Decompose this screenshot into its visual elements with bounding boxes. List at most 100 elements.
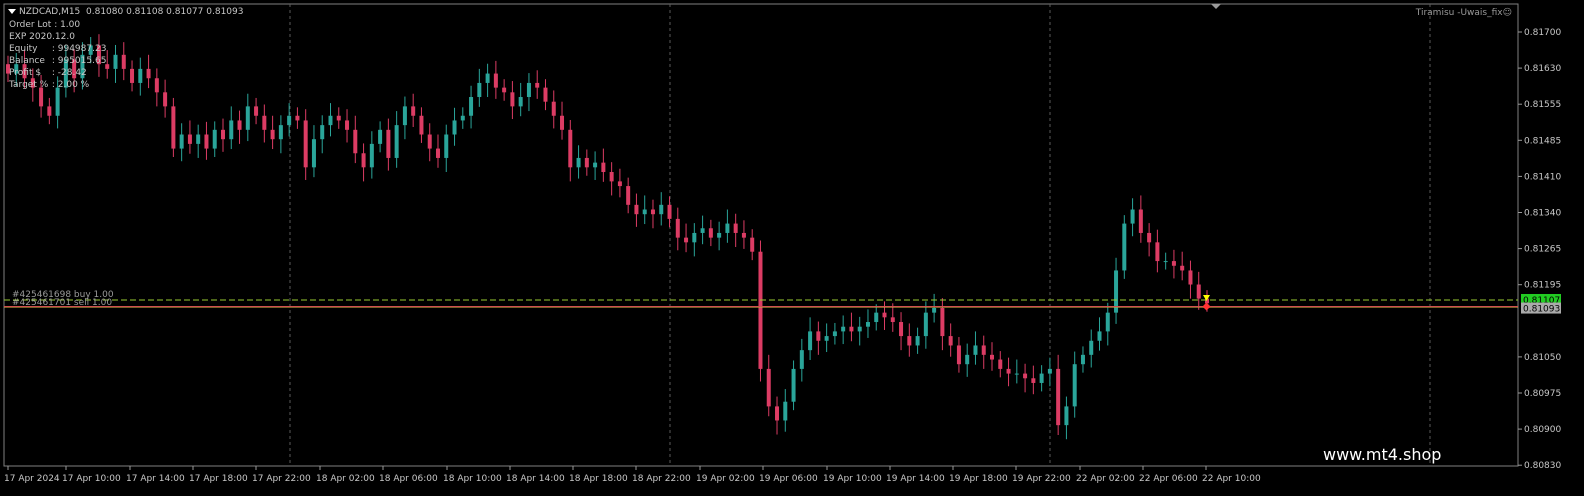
candle-body (915, 336, 920, 346)
candle (1064, 396, 1069, 440)
candle-body (1097, 331, 1102, 341)
candle (146, 54, 151, 89)
candle-body (1014, 373, 1019, 375)
candle-body (1006, 368, 1011, 374)
candle (874, 304, 879, 331)
candle (733, 213, 738, 248)
candle-body (609, 172, 614, 182)
candle-body (270, 129, 275, 140)
candle-body (824, 336, 829, 341)
y-tick-label: 0.81195 (1524, 281, 1561, 291)
candle-body (171, 106, 176, 149)
candle-body (435, 148, 440, 158)
candle-body (1089, 340, 1094, 355)
candle-body (601, 162, 606, 173)
candle-body (1138, 209, 1143, 233)
candle (956, 337, 961, 373)
triangle-down-icon[interactable] (8, 9, 16, 14)
candle (278, 115, 283, 154)
candle-body (973, 345, 978, 355)
candle-body (345, 120, 350, 130)
candle (915, 327, 920, 354)
symbol-timeframe: NZDCAD,M15 (19, 7, 81, 17)
candle-body (584, 157, 589, 168)
candle (1130, 198, 1135, 237)
candle (725, 209, 730, 243)
plot-border (3, 3, 1519, 467)
candle-body (1039, 373, 1044, 383)
candle (270, 115, 275, 150)
candle (1072, 351, 1077, 418)
candle (1039, 365, 1044, 392)
x-tick-label: 19 Apr 10:00 (823, 474, 882, 484)
candle (452, 107, 457, 146)
candle-body (593, 162, 598, 168)
candle-body (179, 134, 184, 149)
candle (832, 322, 837, 345)
candle-body (130, 68, 135, 83)
candle (320, 115, 325, 154)
info-label: Equity (9, 44, 38, 54)
candle (973, 331, 978, 365)
candle (626, 177, 631, 214)
y-tick-label: 0.81410 (1524, 172, 1561, 182)
candle (907, 323, 912, 357)
candle (229, 106, 234, 150)
candle (799, 338, 804, 382)
candle-body (113, 54, 118, 69)
candle-body (1122, 223, 1127, 271)
candle (1089, 329, 1094, 368)
candlestick-series (6, 34, 1209, 440)
candle-body (196, 134, 201, 144)
candle (510, 81, 515, 120)
candle (336, 107, 341, 129)
candle-body (725, 223, 730, 233)
x-tick-label: 19 Apr 22:00 (1012, 474, 1071, 484)
info-value: : -28.42 (49, 68, 87, 78)
info-label: EXP 2020.12.0 (9, 32, 75, 42)
candle (601, 148, 606, 182)
candle-body (353, 129, 358, 154)
candle-body (1105, 312, 1110, 332)
candle (196, 124, 201, 158)
candle (427, 123, 432, 162)
candle-body (1072, 364, 1077, 407)
candle (899, 312, 904, 351)
y-tick-label: 0.81555 (1524, 100, 1561, 110)
candle-body (378, 129, 383, 144)
candle (204, 121, 209, 160)
candle-body (741, 232, 746, 238)
candle (1180, 251, 1185, 281)
info-row: Order Lot : 1.00 (9, 19, 106, 31)
candle-body (1031, 378, 1036, 383)
candle-body (328, 115, 333, 126)
candle (1080, 346, 1085, 373)
candle-body (287, 115, 292, 126)
candle (47, 97, 52, 125)
candle (378, 121, 383, 153)
candle-body (816, 331, 821, 341)
y-tick-label: 0.81630 (1524, 64, 1561, 74)
candle-body (460, 115, 465, 121)
info-value: : 1.00 (51, 20, 81, 30)
expert-advisor-label[interactable]: Tiramisu -Uwais_fix☺ (1416, 7, 1512, 19)
candle-body (1056, 368, 1061, 426)
x-tick-label: 19 Apr 18:00 (949, 474, 1008, 484)
candle (469, 85, 474, 129)
candle-body (146, 68, 151, 79)
candle (353, 115, 358, 164)
candle (295, 107, 300, 129)
candle (1105, 302, 1110, 346)
price-chart[interactable]: 0.81700 0.81630 0.81555 0.81485 0.81410 0.813… (0, 0, 1584, 496)
candle-body (642, 209, 647, 215)
candle (675, 207, 680, 251)
candle-body (526, 82, 531, 98)
candle-body (890, 317, 895, 323)
candle-body (1047, 368, 1052, 374)
candle (1122, 215, 1127, 279)
candle (932, 293, 937, 323)
x-tick-label: 22 Apr 06:00 (1139, 474, 1198, 484)
candle (485, 63, 490, 98)
candle (303, 109, 308, 180)
candle-body (998, 359, 1003, 369)
